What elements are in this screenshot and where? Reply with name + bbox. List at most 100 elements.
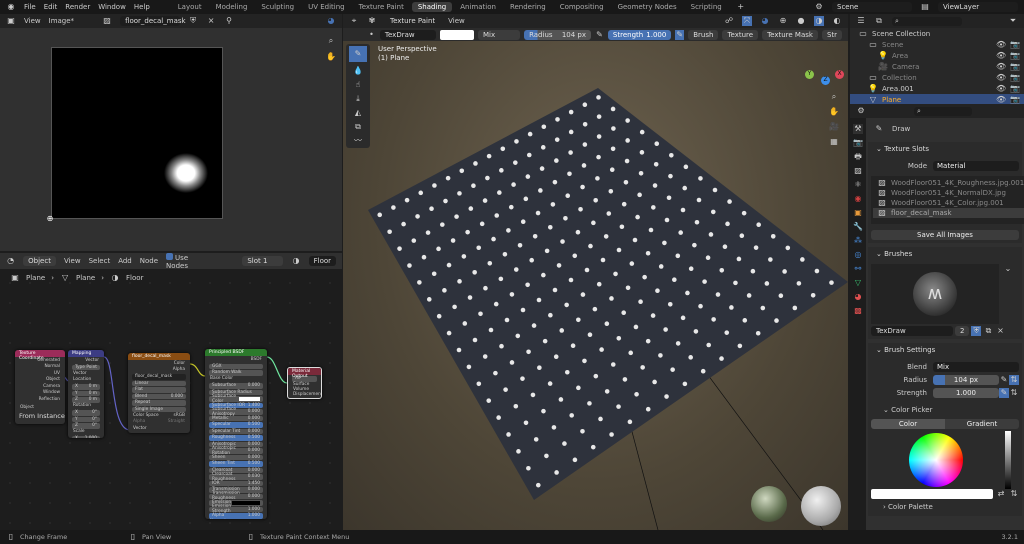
swap-icon[interactable]: ⇄ bbox=[996, 489, 1006, 499]
pin-icon[interactable]: ⚲ bbox=[224, 16, 234, 26]
vector-field[interactable]: X 1.000 bbox=[72, 436, 100, 438]
unified-icon[interactable]: ⇅ bbox=[1009, 489, 1019, 499]
render-camera-icon[interactable]: 📷 bbox=[1010, 84, 1020, 94]
tab-modeling[interactable]: Modeling bbox=[210, 2, 254, 12]
search-input[interactable]: ⌕ bbox=[914, 106, 972, 116]
tab-sculpting[interactable]: Sculpting bbox=[255, 2, 300, 12]
material-tab-icon[interactable]: ◕ bbox=[853, 292, 863, 302]
search-input[interactable]: ⌕ bbox=[892, 16, 962, 26]
texture-slot-item[interactable]: ▨ floor_decal_mask bbox=[873, 208, 1024, 218]
bsdf-input-field[interactable]: Roughness 0.500 bbox=[209, 435, 263, 441]
pressure-icon[interactable]: ✎ bbox=[999, 375, 1009, 385]
constraints-tab-icon[interactable]: ⚯ bbox=[853, 264, 863, 274]
vector-field[interactable]: Y 0 m bbox=[72, 390, 100, 396]
scene-selector[interactable]: Scene bbox=[832, 2, 912, 12]
outliner-row[interactable]: 🎥 Camera 👁 📷 bbox=[850, 61, 1024, 72]
alpha-select[interactable]: Straight bbox=[168, 419, 185, 424]
strength-slider[interactable]: 1.000 bbox=[933, 387, 999, 398]
extension-select[interactable]: Repeat bbox=[135, 400, 150, 405]
visibility-eye-icon[interactable]: 👁 bbox=[996, 73, 1006, 83]
add-workspace-icon[interactable]: + bbox=[736, 2, 746, 12]
world-tab-icon[interactable]: ◉ bbox=[853, 194, 863, 204]
hand-pan-icon[interactable]: ✋ bbox=[829, 107, 839, 117]
bsdf-input-field[interactable]: Transmission Roughness 0.000 bbox=[209, 491, 263, 501]
type-value[interactable]: Point bbox=[86, 365, 97, 370]
menu-edit[interactable]: Edit bbox=[44, 3, 58, 11]
node-material-output[interactable]: Material Output All Surface Volume Displac… bbox=[287, 367, 322, 399]
bsdf-input-field[interactable]: Specular Tint 0.000 bbox=[209, 428, 263, 434]
tab-rendering[interactable]: Rendering bbox=[504, 2, 552, 12]
color-swatch[interactable] bbox=[871, 489, 993, 499]
close-icon[interactable]: × bbox=[995, 326, 1005, 336]
outliner-row[interactable]: ▭ Collection 👁 📷 bbox=[850, 72, 1024, 83]
visibility-eye-icon[interactable]: 👁 bbox=[996, 51, 1006, 61]
3d-viewport[interactable]: ⌖ ✾ Texture Paint View ☍ ⤧ ◕ ⊕ ● ◑ ◐ • T… bbox=[343, 14, 848, 530]
render-camera-icon[interactable]: 📷 bbox=[1010, 62, 1020, 72]
object-tab-icon[interactable]: ▣ bbox=[853, 208, 863, 218]
zoom-icon[interactable]: ⌕ bbox=[326, 36, 336, 46]
axis-x[interactable]: X bbox=[835, 70, 844, 79]
save-all-images-button[interactable]: Save All Images bbox=[871, 230, 1019, 240]
menu-render[interactable]: Render bbox=[65, 3, 90, 11]
camera-icon[interactable]: 🎥 bbox=[829, 122, 839, 132]
outliner-row[interactable]: 💡 Area.001 👁 📷 bbox=[850, 83, 1024, 94]
from-instancer-checkbox[interactable]: From Instancer bbox=[15, 411, 65, 421]
visibility-eye-icon[interactable]: 👁 bbox=[996, 95, 1006, 105]
outliner-row[interactable]: ▭ Scene 👁 📷 bbox=[850, 39, 1024, 50]
brush-preview[interactable]: ʍ bbox=[871, 264, 999, 324]
scene-tab-icon[interactable]: ⚛ bbox=[853, 180, 863, 190]
tab-scripting[interactable]: Scripting bbox=[685, 2, 728, 12]
visibility-eye-icon[interactable]: 👁 bbox=[996, 40, 1006, 50]
texture-slot-item[interactable]: ▨ WoodFloor051_4K_Color.jpg.001 bbox=[873, 198, 1024, 208]
brush-name-field[interactable]: TexDraw bbox=[871, 326, 953, 336]
bsdf-input-field[interactable]: Specular 0.500 bbox=[209, 422, 263, 428]
mode-select[interactable]: Material bbox=[933, 160, 1019, 171]
image-menu[interactable]: Image* bbox=[49, 17, 74, 25]
bsdf-input-field[interactable]: Subsurface Anisotropy 0.000 bbox=[209, 407, 263, 417]
value-slider[interactable] bbox=[1005, 431, 1011, 489]
editor-type-icon[interactable]: ▣ bbox=[6, 16, 16, 26]
data-tab-icon[interactable]: ▽ bbox=[853, 278, 863, 288]
render-camera-icon[interactable]: 📷 bbox=[1010, 73, 1020, 83]
draw-tool-icon[interactable]: ✎ bbox=[349, 46, 367, 62]
brush-users-count[interactable]: 2 bbox=[955, 326, 970, 336]
bsdf-input-field[interactable]: Clearcoat Roughness 0.030 bbox=[209, 472, 263, 482]
unified-icon[interactable]: ⇅ bbox=[1009, 374, 1019, 385]
vector-field[interactable]: X 0 m bbox=[72, 384, 100, 390]
shader-node-editor[interactable]: ◔ Object View Select Add Node Use Nodes … bbox=[0, 252, 342, 530]
view-menu[interactable]: View bbox=[24, 17, 41, 25]
scene-collection-row[interactable]: ▭ Scene Collection bbox=[850, 28, 1024, 39]
duplicate-icon[interactable]: ⧉ bbox=[983, 326, 993, 336]
bsdf-input-field[interactable]: Emission Strength 1.000 bbox=[209, 504, 263, 514]
editor-type-icon[interactable]: ⚙ bbox=[856, 106, 866, 116]
axis-y[interactable]: Y bbox=[805, 70, 814, 79]
texture-slot-list[interactable]: ▨ WoodFloor051_4K_Roughness.jpg.001 ▨ WoodF… bbox=[871, 176, 1024, 224]
image-field[interactable]: floor_decal_mask bbox=[135, 374, 172, 379]
view-layer-tab-icon[interactable]: ▨ bbox=[853, 166, 863, 176]
display-mode-icon[interactable]: ⧉ bbox=[874, 16, 884, 26]
interpolation-select[interactable]: Linear bbox=[135, 381, 148, 386]
mask-tool-icon[interactable]: ⧉ bbox=[353, 122, 363, 132]
image-browse-icon[interactable]: ▨ bbox=[102, 16, 112, 26]
node-principled-bsdf[interactable]: Principled BSDF BSDF GGX Random Walk Bas… bbox=[205, 349, 267, 519]
color-picker-subpanel-header[interactable]: ⌄ Color Picker bbox=[871, 403, 1019, 417]
axis-z[interactable]: Z bbox=[821, 76, 830, 85]
physics-tab-icon[interactable]: ◎ bbox=[853, 250, 863, 260]
vector-field[interactable]: X 0° bbox=[72, 410, 100, 416]
target-select[interactable]: All bbox=[295, 376, 300, 381]
node-mapping[interactable]: Mapping Vector Type Point Vector Location… bbox=[68, 350, 104, 438]
filter-icon[interactable]: ⏷ bbox=[1008, 16, 1018, 26]
soften-tool-icon[interactable]: 💧 bbox=[353, 66, 363, 76]
fill-tool-icon[interactable]: ◭ bbox=[353, 108, 363, 118]
outliner-row[interactable]: 💡 Area 👁 📷 bbox=[850, 50, 1024, 61]
zoom-icon[interactable]: ⌕ bbox=[829, 92, 839, 102]
tool-tab-icon[interactable]: ⚒ bbox=[853, 124, 863, 134]
perspective-grid-icon[interactable]: ▦ bbox=[829, 137, 839, 147]
pressure-icon[interactable]: ✎ bbox=[999, 387, 1009, 398]
node-texture-coordinate[interactable]: Texture Coordinate Generated Normal UV Obje… bbox=[15, 350, 65, 424]
sss-method-select[interactable]: Random Walk bbox=[212, 370, 241, 375]
tab-geometry-nodes[interactable]: Geometry Nodes bbox=[612, 2, 683, 12]
bsdf-input-field[interactable]: Sheen Tint 0.500 bbox=[209, 461, 263, 467]
view-layer-selector[interactable]: ViewLayer bbox=[938, 2, 1018, 12]
render-camera-icon[interactable]: 📷 bbox=[1010, 95, 1020, 105]
